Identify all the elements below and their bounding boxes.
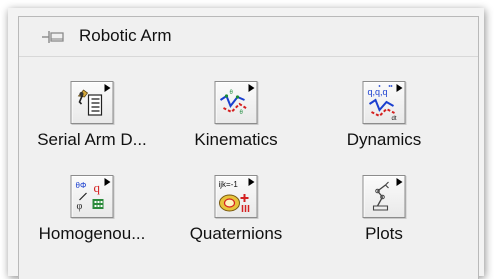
svg-text:θΦ: θΦ (76, 181, 87, 190)
svg-text:θ: θ (240, 110, 244, 116)
kinematics-label: Kinematics (194, 130, 278, 149)
kinematics-button[interactable]: θ θ (214, 81, 258, 124)
submenu-arrow-icon (104, 84, 111, 92)
submenu-arrow-icon (248, 178, 255, 186)
dynamics-label: Dynamics (346, 130, 422, 149)
homogeneous-label: Homogenou... (38, 224, 146, 243)
submenu-arrow-icon (396, 84, 403, 92)
serial-arm-tile[interactable]: Serial Arm D... (17, 81, 167, 161)
plots-label: Plots (365, 224, 403, 243)
svg-text:q,q,q: q,q,q (368, 87, 388, 97)
quaternions-tile[interactable]: ijk=-1 Quaternions (161, 175, 311, 255)
palette-title-bar: Robotic Arm (19, 17, 478, 57)
serial-arm-label: Serial Arm D... (37, 130, 147, 149)
quaternions-button[interactable]: ijk=-1 (214, 175, 258, 218)
svg-text:q: q (94, 180, 101, 195)
submenu-arrow-icon (248, 84, 255, 92)
pin-icon[interactable] (41, 28, 67, 46)
quaternions-label: Quaternions (189, 224, 283, 243)
homogeneous-button[interactable]: θΦ q φ (70, 175, 114, 218)
robotic-arm-palette: Robotic Arm Serial Arm D... θ θ Kinemati… (18, 16, 479, 279)
dynamics-button[interactable]: q,q,q dt (362, 81, 406, 124)
palette-title: Robotic Arm (79, 26, 172, 45)
plots-button[interactable] (362, 175, 406, 218)
svg-text:φ: φ (77, 201, 83, 212)
svg-text:dt: dt (392, 116, 397, 122)
submenu-arrow-icon (104, 178, 111, 186)
kinematics-tile[interactable]: θ θ Kinematics (161, 81, 311, 161)
serial-arm-button[interactable] (70, 81, 114, 124)
svg-text:θ: θ (230, 90, 234, 96)
svg-text:ijk=-1: ijk=-1 (219, 180, 239, 189)
homogeneous-tile[interactable]: θΦ q φ Homogenou... (17, 175, 167, 255)
plots-tile[interactable]: Plots (309, 175, 459, 255)
submenu-arrow-icon (396, 178, 403, 186)
dynamics-tile[interactable]: q,q,q dt Dynamics (309, 81, 459, 161)
